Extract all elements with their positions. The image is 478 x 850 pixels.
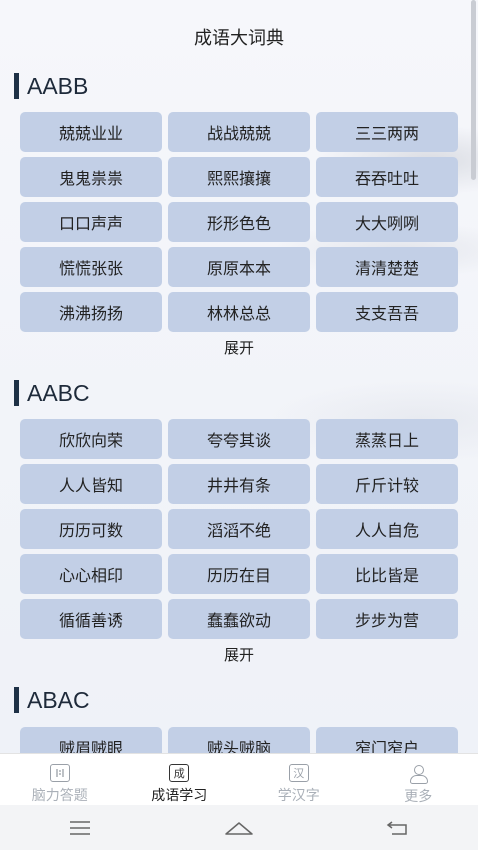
section-title: AABC [27, 379, 90, 406]
idiom-item[interactable]: 人人皆知 [20, 464, 162, 504]
idiom-item[interactable]: 口口声声 [20, 202, 162, 242]
section-marker [14, 73, 19, 99]
idiom-item[interactable]: 吞吞吐吐 [316, 157, 458, 197]
idiom-item[interactable]: 滔滔不绝 [168, 509, 310, 549]
idiom-item[interactable]: 支支吾吾 [316, 292, 458, 332]
tab-label: 成语学习 [151, 788, 208, 804]
idiom-grid-aabb: 兢兢业业 战战兢兢 三三两两 鬼鬼祟祟 熙熙攘攘 吞吞吐吐 口口声声 形形色色 … [20, 112, 458, 332]
idiom-item[interactable]: 人人自危 [316, 509, 458, 549]
idiom-item[interactable]: 心心相印 [20, 554, 162, 594]
section-header-aabc: AABC [14, 379, 90, 407]
idiom-item[interactable]: 林林总总 [168, 292, 310, 332]
tab-label: 脑力答题 [31, 788, 88, 804]
idiom-item[interactable]: 慌慌张张 [20, 247, 162, 287]
section-header-abac: ABAC [14, 686, 90, 714]
idiom-item[interactable]: 大大咧咧 [316, 202, 458, 242]
idiom-grid-aabc: 欣欣向荣 夸夸其谈 蒸蒸日上 人人皆知 井井有条 斤斤计较 历历可数 滔滔不绝 … [20, 419, 458, 639]
idiom-item[interactable]: 兢兢业业 [20, 112, 162, 152]
tab-label: 更多 [404, 789, 433, 805]
section-title: AABB [27, 72, 89, 99]
tab-brain-quiz[interactable]: 脑力答题 [0, 754, 120, 806]
tab-label: 学汉字 [277, 788, 320, 804]
idiom-item[interactable]: 历历在目 [168, 554, 310, 594]
idiom-item[interactable]: 战战兢兢 [168, 112, 310, 152]
idiom-item[interactable]: 原原本本 [168, 247, 310, 287]
idiom-item[interactable]: 形形色色 [168, 202, 310, 242]
idiom-item[interactable]: 欣欣向荣 [20, 419, 162, 459]
idiom-item[interactable]: 夸夸其谈 [168, 419, 310, 459]
idiom-item[interactable]: 鬼鬼祟祟 [20, 157, 162, 197]
system-nav-bar [0, 805, 478, 850]
idiom-item[interactable]: 循循善诱 [20, 599, 162, 639]
section-marker [14, 380, 19, 406]
person-icon [408, 764, 429, 784]
idiom-item[interactable]: 步步为营 [316, 599, 458, 639]
section-title: ABAC [27, 686, 90, 713]
menu-icon[interactable] [50, 813, 110, 843]
tab-learn-hanzi[interactable]: 汉 学汉字 [239, 754, 359, 806]
expand-button-aabb[interactable]: 展开 [0, 337, 478, 358]
tab-idiom-study[interactable]: 成 成语学习 [120, 754, 240, 806]
section-header-aabb: AABB [14, 72, 88, 100]
idiom-item[interactable]: 熙熙攘攘 [168, 157, 310, 197]
quiz-icon [49, 764, 70, 782]
expand-button-aabc[interactable]: 展开 [0, 644, 478, 665]
idiom-item[interactable]: 斤斤计较 [316, 464, 458, 504]
section-marker [14, 687, 19, 713]
idiom-item[interactable]: 历历可数 [20, 509, 162, 549]
hanzi-icon: 汉 [288, 764, 309, 782]
tab-more[interactable]: 更多 [359, 754, 478, 806]
idiom-item[interactable]: 比比皆是 [316, 554, 458, 594]
idiom-item[interactable]: 蠢蠢欲动 [168, 599, 310, 639]
idiom-item[interactable]: 沸沸扬扬 [20, 292, 162, 332]
page-title: 成语大词典 [194, 28, 284, 49]
idiom-icon: 成 [169, 764, 190, 782]
home-icon[interactable] [209, 813, 269, 843]
bottom-tab-bar: 脑力答题 成 成语学习 汉 学汉字 更多 [0, 753, 478, 806]
idiom-item[interactable]: 蒸蒸日上 [316, 419, 458, 459]
idiom-item[interactable]: 清清楚楚 [316, 247, 458, 287]
idiom-item[interactable]: 井井有条 [168, 464, 310, 504]
back-icon[interactable] [368, 813, 428, 843]
idiom-item[interactable]: 三三两两 [316, 112, 458, 152]
